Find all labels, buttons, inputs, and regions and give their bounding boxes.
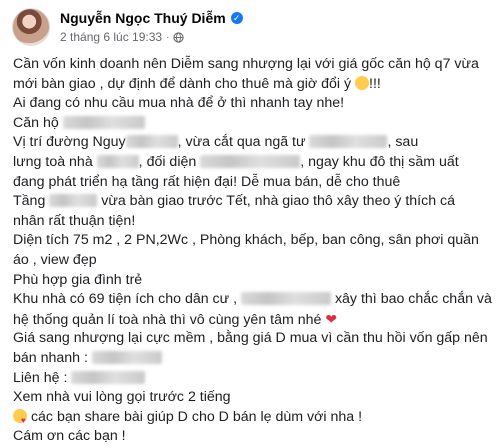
redacted-text bbox=[200, 154, 301, 168]
post-line: Căn hộ bbox=[13, 114, 497, 134]
post-line: Khu nhà có 69 tiện ích cho dân cư , xây … bbox=[13, 291, 492, 308]
redacted-text bbox=[62, 115, 145, 129]
post-line: lưng toà nhà , đối diện , ngay khu đô th… bbox=[13, 153, 459, 170]
globe-icon[interactable] bbox=[173, 31, 185, 43]
post-line: Liên hệ : bbox=[13, 369, 497, 389]
post-line: Diện tích 75 m2 , 2 PN,2Wc , Phòng khách… bbox=[13, 232, 479, 249]
post-line: áo , view đẹp bbox=[13, 251, 97, 268]
post-header: Nguyễn Ngọc Thuý Diễm ✓ 2 tháng 6 lúc 19… bbox=[12, 8, 492, 48]
post-line: bán nhanh : bbox=[13, 349, 497, 369]
verified-badge-icon: ✓ bbox=[230, 12, 243, 24]
post-line: nhân rất thuận tiện! bbox=[13, 212, 136, 229]
post-line: Cám ơn các bạn ! bbox=[13, 428, 126, 445]
post-line: Ai đang có nhu cầu mua nhà để ở thì nhan… bbox=[13, 95, 345, 112]
redacted-text bbox=[309, 135, 388, 149]
post-content: Cần vốn kinh doanh nên Diễm sang nhượng … bbox=[13, 55, 497, 447]
post-line: Phù hợp gia đình trẻ bbox=[13, 271, 143, 288]
post-line: Cần vốn kinh doanh nên Diễm sang nhượng … bbox=[13, 56, 479, 72]
author-avatar[interactable] bbox=[12, 8, 50, 46]
facebook-post: Nguyễn Ngọc Thuý Diễm ✓ 2 tháng 6 lúc 19… bbox=[0, 0, 503, 448]
post-line: hệ thống quản lí toà nhà thì vô cùng yên… bbox=[13, 310, 338, 328]
redacted-text bbox=[125, 135, 178, 149]
meta-separator: · bbox=[166, 31, 170, 43]
post-line: Xem nhà vui lòng gọi trước 2 tiếng bbox=[13, 389, 231, 406]
post-line: Vị trí đường Nguy, vừa cắt qua ngã tư , … bbox=[13, 134, 419, 151]
redacted-text bbox=[96, 154, 139, 168]
post-line: mới bàn giao , dự định để dành cho thuê … bbox=[13, 75, 381, 92]
post-meta: 2 tháng 6 lúc 19:33 · bbox=[60, 30, 185, 44]
post-line: Tầng vừa bàn giao trước Tết, nhà giao th… bbox=[13, 193, 456, 210]
post-line: Giá sang nhượng lại cực mềm , bằng giá D… bbox=[13, 330, 488, 347]
author-name-row: Nguyễn Ngọc Thuý Diễm ✓ bbox=[60, 10, 243, 26]
redacted-text bbox=[91, 350, 162, 364]
redacted-text bbox=[241, 292, 331, 306]
smiling-face-with-hearts-emoji-icon bbox=[13, 408, 27, 430]
post-line: các bạn share bài giúp D cho D bán lẹ dù… bbox=[13, 408, 497, 430]
red-heart-emoji-icon: ❤ bbox=[325, 310, 338, 327]
post-timestamp[interactable]: 2 tháng 6 lúc 19:33 bbox=[60, 30, 162, 44]
redacted-text bbox=[49, 194, 98, 208]
laughing-emoji-icon bbox=[355, 75, 370, 90]
author-name[interactable]: Nguyễn Ngọc Thuý Diễm bbox=[60, 10, 226, 26]
redacted-text bbox=[71, 370, 146, 384]
post-line: đang phát triển hạ tầng rất hiện đại! Dễ… bbox=[13, 173, 401, 190]
